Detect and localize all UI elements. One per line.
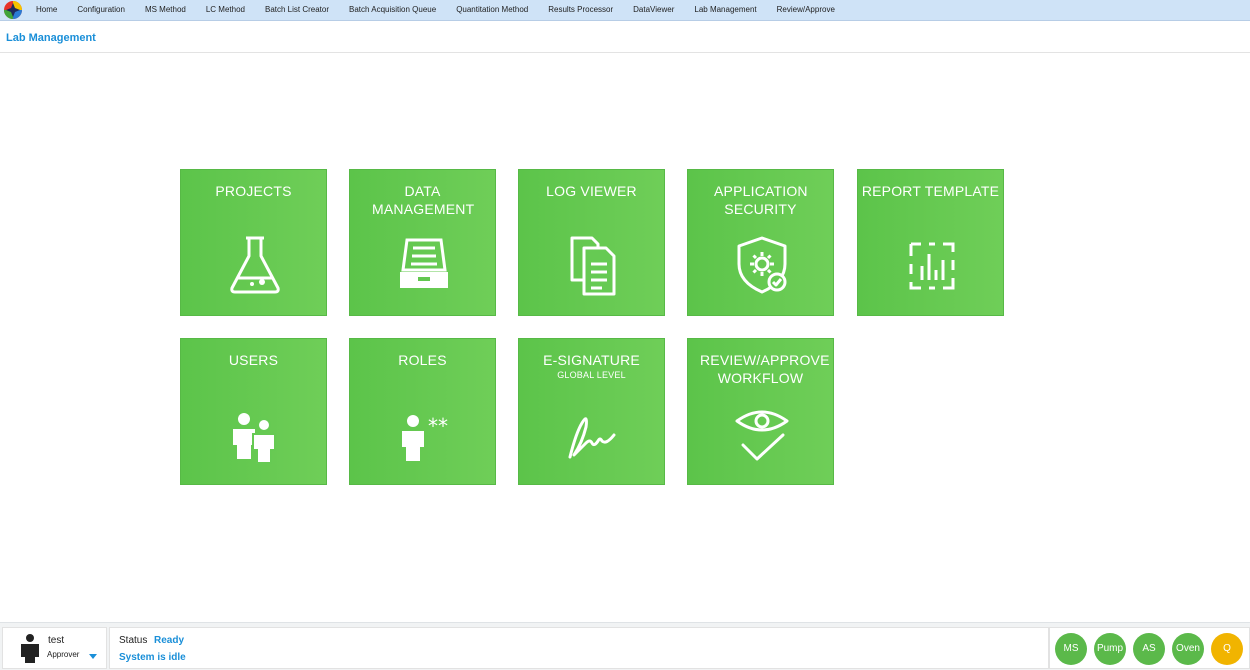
shield-gear-icon [731,234,793,296]
chevron-down-icon[interactable] [89,654,97,659]
tile-label: DATA MANAGEMENT [372,183,475,217]
device-oven-button[interactable]: Oven [1172,633,1204,665]
menu-review-approve[interactable]: Review/Approve [767,0,845,20]
tile-e-signature[interactable]: E-SIGNATURE GLOBAL LEVEL [518,338,665,485]
tile-application-security[interactable]: APPLICATION SECURITY [687,169,834,316]
menu-bar: Home Configuration MS Method LC Method B… [0,0,1250,21]
tile-label: REPORT TEMPLATE [861,183,1000,199]
tile-review-approve-workflow[interactable]: REVIEW/APPROVE WORKFLOW [687,338,834,485]
status-panel: Status Ready System is idle [109,627,1049,669]
device-as-button[interactable]: AS [1133,633,1165,665]
user-role-icon: ** [393,403,455,465]
user-panel[interactable]: test Approver [2,627,107,669]
archive-drawer-icon [393,234,455,296]
tile-label: REVIEW/APPROVE WORKFLOW [700,352,830,386]
menu-ms-method[interactable]: MS Method [135,0,196,20]
main-menu: Home Configuration MS Method LC Method B… [26,0,845,20]
user-name: test [48,635,65,646]
app-logo-icon[interactable] [2,0,24,20]
status-label: Status [119,635,148,646]
page-title: Lab Management [6,32,96,44]
tile-data-management[interactable]: DATA MANAGEMENT [349,169,496,316]
users-icon [224,403,286,465]
menu-configuration[interactable]: Configuration [67,0,135,20]
status-value: Ready [154,635,185,646]
tile-roles[interactable]: ROLES ** [349,338,496,485]
status-bar: test Approver Status Ready System is idl… [0,622,1250,670]
svg-text:**: ** [428,414,448,438]
tile-report-template[interactable]: REPORT TEMPLATE [857,169,1004,316]
device-q-button[interactable]: Q [1211,633,1243,665]
menu-lc-method[interactable]: LC Method [196,0,255,20]
tile-users[interactable]: USERS [180,338,327,485]
tile-projects[interactable]: PROJECTS [180,169,327,316]
tile-label: USERS [228,352,279,368]
eye-check-icon [731,403,793,465]
menu-batch-acquisition-queue[interactable]: Batch Acquisition Queue [339,0,446,20]
menu-results-processor[interactable]: Results Processor [538,0,623,20]
tile-label: LOG VIEWER [546,183,637,199]
signature-icon [562,403,624,465]
menu-quantitation-method[interactable]: Quantitation Method [446,0,538,20]
menu-lab-management[interactable]: Lab Management [684,0,766,20]
title-divider [0,52,1250,53]
tile-log-viewer[interactable]: LOG VIEWER [518,169,665,316]
menu-home[interactable]: Home [26,0,67,20]
user-role: Approver [47,650,80,659]
tile-label: APPLICATION SECURITY [714,183,808,217]
documents-icon [562,234,624,296]
user-avatar-icon [19,633,41,663]
status-message: System is idle [119,652,186,663]
tile-label: ROLES [398,352,447,368]
device-ms-button[interactable]: MS [1055,633,1087,665]
device-status-panel: MS Pump AS Oven Q [1049,627,1250,669]
menu-batch-list-creator[interactable]: Batch List Creator [255,0,339,20]
menu-dataviewer[interactable]: DataViewer [623,0,684,20]
device-pump-button[interactable]: Pump [1094,633,1126,665]
tile-label: PROJECTS [215,183,292,199]
report-chart-icon [901,234,963,296]
tile-label: E-SIGNATURE GLOBAL LEVEL [543,352,640,380]
flask-icon [224,234,286,296]
